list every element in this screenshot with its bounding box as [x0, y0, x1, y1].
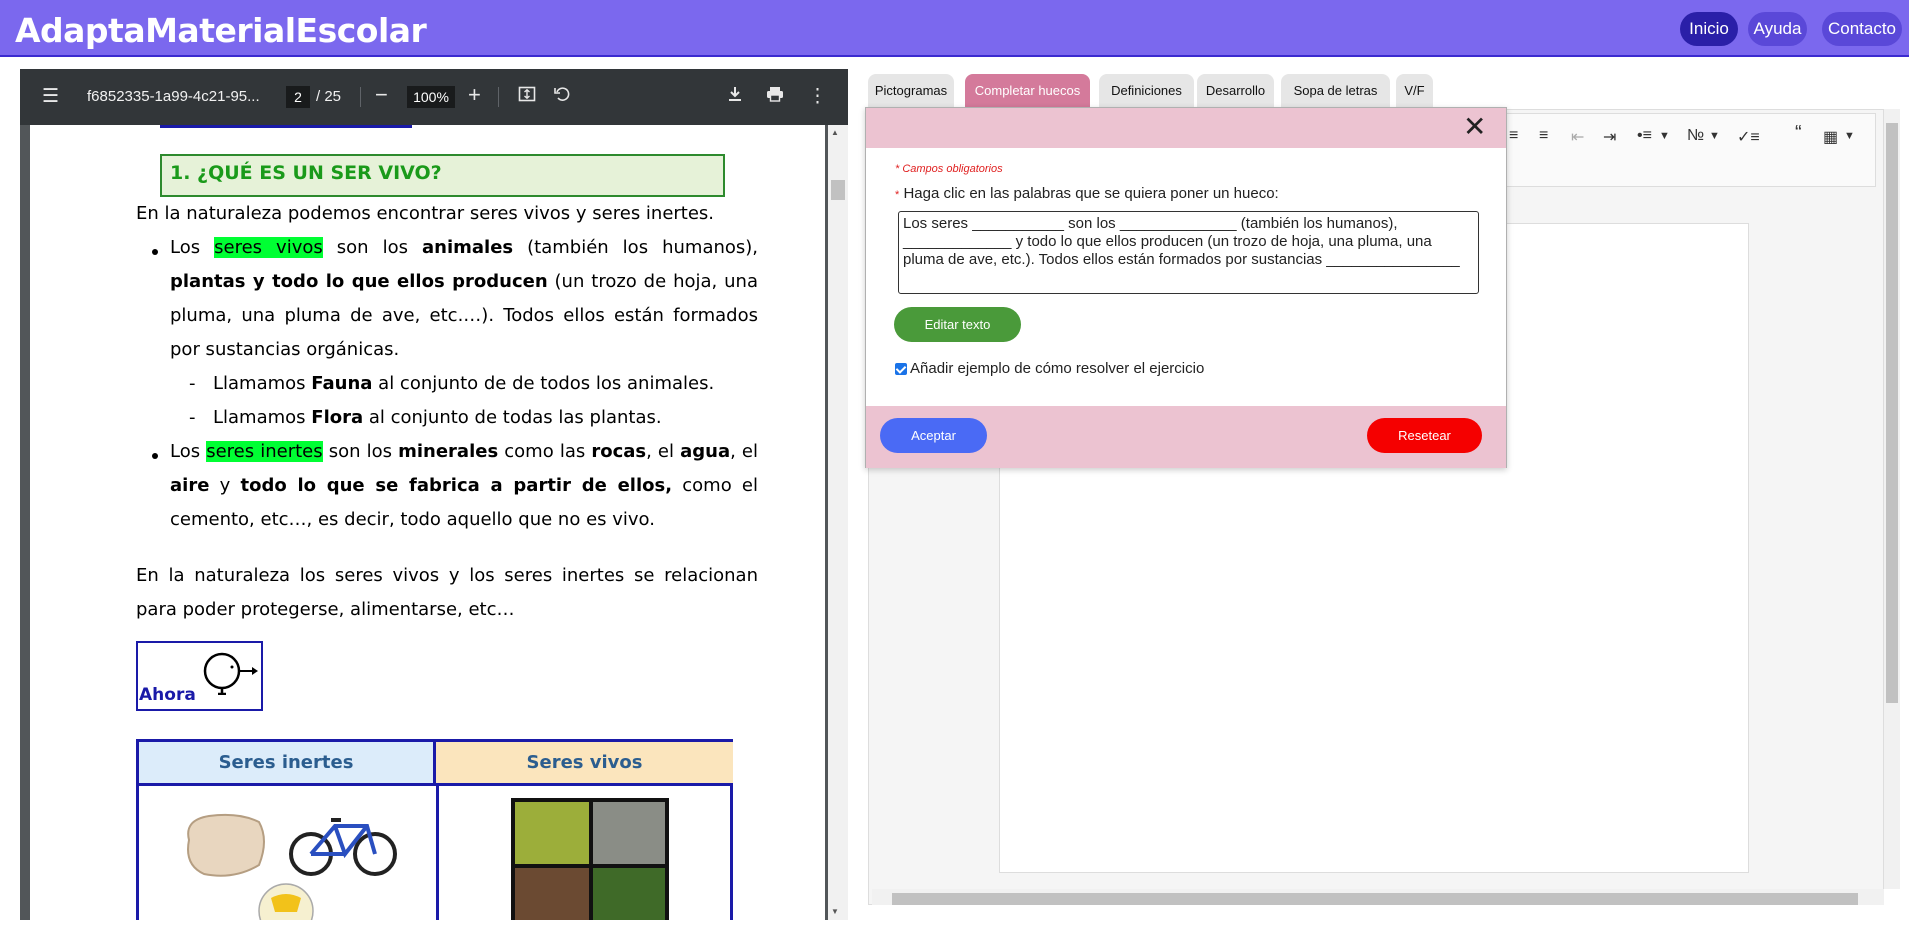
more-options-icon[interactable]: ⋮	[808, 85, 827, 108]
justify-icon[interactable]: ≡	[1539, 127, 1548, 145]
completar-huecos-dialog: ✕ * Campos obligatorios * Haga clic en l…	[865, 107, 1507, 468]
bullet-seres-vivos: Los seres vivos son los animales (tambié…	[170, 237, 759, 360]
toolbar-divider	[360, 87, 361, 107]
nav-inicio[interactable]: Inicio	[1680, 12, 1738, 46]
chevron-down-icon[interactable]: ▼	[1709, 130, 1720, 142]
relation-paragraph: En la naturaleza los seres vivos y los s…	[136, 565, 758, 620]
dialog-footer: Aceptar Resetear	[866, 406, 1506, 468]
nav-ayuda[interactable]: Ayuda	[1748, 12, 1807, 46]
tab-sopa-de-letras[interactable]: Sopa de letras	[1281, 74, 1390, 107]
required-star: *	[895, 189, 900, 201]
tab-pictogramas[interactable]: Pictogramas	[868, 74, 954, 107]
bicycle-image	[289, 818, 397, 876]
intro-paragraph: En la naturaleza podemos encontrar seres…	[136, 203, 715, 224]
ahora-label: Ahora	[139, 685, 196, 705]
indent-icon[interactable]: ⇥	[1603, 127, 1616, 147]
brand-logo[interactable]: AdaptaMaterialEscolar	[15, 11, 427, 50]
editor-hscroll-thumb[interactable]	[892, 893, 1858, 905]
tab-verdadero-falso[interactable]: V/F	[1396, 74, 1433, 107]
blockquote-icon[interactable]: “	[1795, 122, 1802, 145]
seres-table: Seres inertes Seres vivos	[136, 739, 733, 920]
example-checkbox-label: Añadir ejemplo de cómo resolver el ejerc…	[910, 360, 1205, 377]
rotate-icon[interactable]	[553, 85, 571, 109]
pdf-vertical-scrollbar[interactable]: ▲ ▼	[828, 125, 848, 920]
example-checkbox[interactable]	[895, 362, 907, 375]
sub-bullet-flora: - Llamamos Flora al conjunto de todas las…	[189, 407, 662, 428]
editor-toolbar: ≡ ≡ ⇤ ⇥ •≡ ▼ № ▼ ✓≡ “ ▦ ▼	[1504, 113, 1876, 187]
bullet-dot	[152, 453, 158, 459]
toolbar-divider	[498, 87, 499, 107]
page-number-input[interactable]: 2	[286, 86, 310, 108]
page-total: / 25	[316, 88, 342, 105]
table-header-inertes: Seres inertes	[139, 742, 436, 786]
print-icon[interactable]	[766, 85, 784, 109]
animals-collage-image	[511, 798, 669, 920]
zoom-level-input[interactable]: 100%	[407, 86, 455, 108]
table-header-vivos: Seres vivos	[436, 742, 733, 786]
editor-scroll-thumb[interactable]	[1886, 123, 1898, 703]
zoom-out-icon[interactable]: −	[375, 82, 388, 108]
sub-bullet-fauna: - Llamamos Fauna al conjunto de de todos …	[189, 373, 715, 394]
pdf-scroll-thumb[interactable]	[831, 180, 845, 200]
numbered-list-icon[interactable]: №	[1687, 127, 1704, 145]
dialog-header: ✕	[866, 108, 1506, 148]
pdf-viewer: ☰ f6852335-1a99-4c21-95... 2 / 25 − 100%…	[20, 69, 848, 920]
todo-list-icon[interactable]: ✓≡	[1737, 127, 1760, 147]
align-right-icon[interactable]: ≡	[1509, 127, 1518, 145]
pdf-toolbar: ☰ f6852335-1a99-4c21-95... 2 / 25 − 100%…	[20, 69, 848, 125]
bullet-seres-inertes: Los seres inertes son los minerales como…	[170, 441, 759, 530]
nav-contacto[interactable]: Contacto	[1822, 12, 1902, 46]
accept-button[interactable]: Aceptar	[880, 418, 987, 453]
zoom-in-icon[interactable]: +	[468, 82, 481, 108]
editor-vertical-scrollbar[interactable]	[1884, 109, 1900, 889]
page-top-rule	[160, 125, 412, 128]
editor-horizontal-scrollbar[interactable]	[872, 889, 1884, 905]
required-fields-note: * Campos obligatorios	[895, 163, 1003, 175]
download-icon[interactable]	[727, 85, 743, 109]
bullet-list-icon[interactable]: •≡	[1637, 127, 1652, 145]
table-icon[interactable]: ▦	[1823, 127, 1838, 147]
section-heading: 1. ¿QUÉ ES UN SER VIVO?	[160, 154, 725, 197]
pdf-page: 1. ¿QUÉ ES UN SER VIVO? En la naturaleza…	[30, 125, 825, 920]
head-arrow-icon	[203, 652, 258, 695]
pdf-filename: f6852335-1a99-4c21-95...	[87, 88, 260, 105]
tab-desarrollo[interactable]: Desarrollo	[1197, 74, 1274, 107]
close-icon[interactable]: ✕	[1463, 110, 1486, 143]
example-checkbox-row[interactable]: Añadir ejemplo de cómo resolver el ejerc…	[895, 360, 1204, 377]
tab-definiciones[interactable]: Definiciones	[1099, 74, 1194, 107]
textarea-label: * Haga clic en las palabras que se quier…	[895, 185, 1279, 202]
text-with-gaps-field[interactable]: Los seres ___________ son los __________…	[898, 211, 1479, 294]
menu-icon[interactable]: ☰	[42, 85, 59, 108]
tab-completar-huecos[interactable]: Completar huecos	[965, 74, 1090, 107]
bullet-dot	[152, 249, 158, 255]
table-divider	[436, 786, 439, 920]
top-navbar: AdaptaMaterialEscolar Inicio Ayuda Conta…	[0, 0, 1909, 57]
ball-image	[258, 883, 314, 920]
edit-text-button[interactable]: Editar texto	[894, 307, 1021, 342]
chevron-down-icon[interactable]: ▼	[1844, 130, 1855, 142]
rock-image	[187, 813, 265, 877]
ahora-pictogram: Ahora	[136, 641, 263, 711]
chevron-down-icon[interactable]: ▼	[1659, 130, 1670, 142]
reset-button[interactable]: Resetear	[1367, 418, 1482, 453]
fit-page-icon[interactable]	[518, 85, 536, 109]
outdent-icon[interactable]: ⇤	[1571, 127, 1584, 147]
